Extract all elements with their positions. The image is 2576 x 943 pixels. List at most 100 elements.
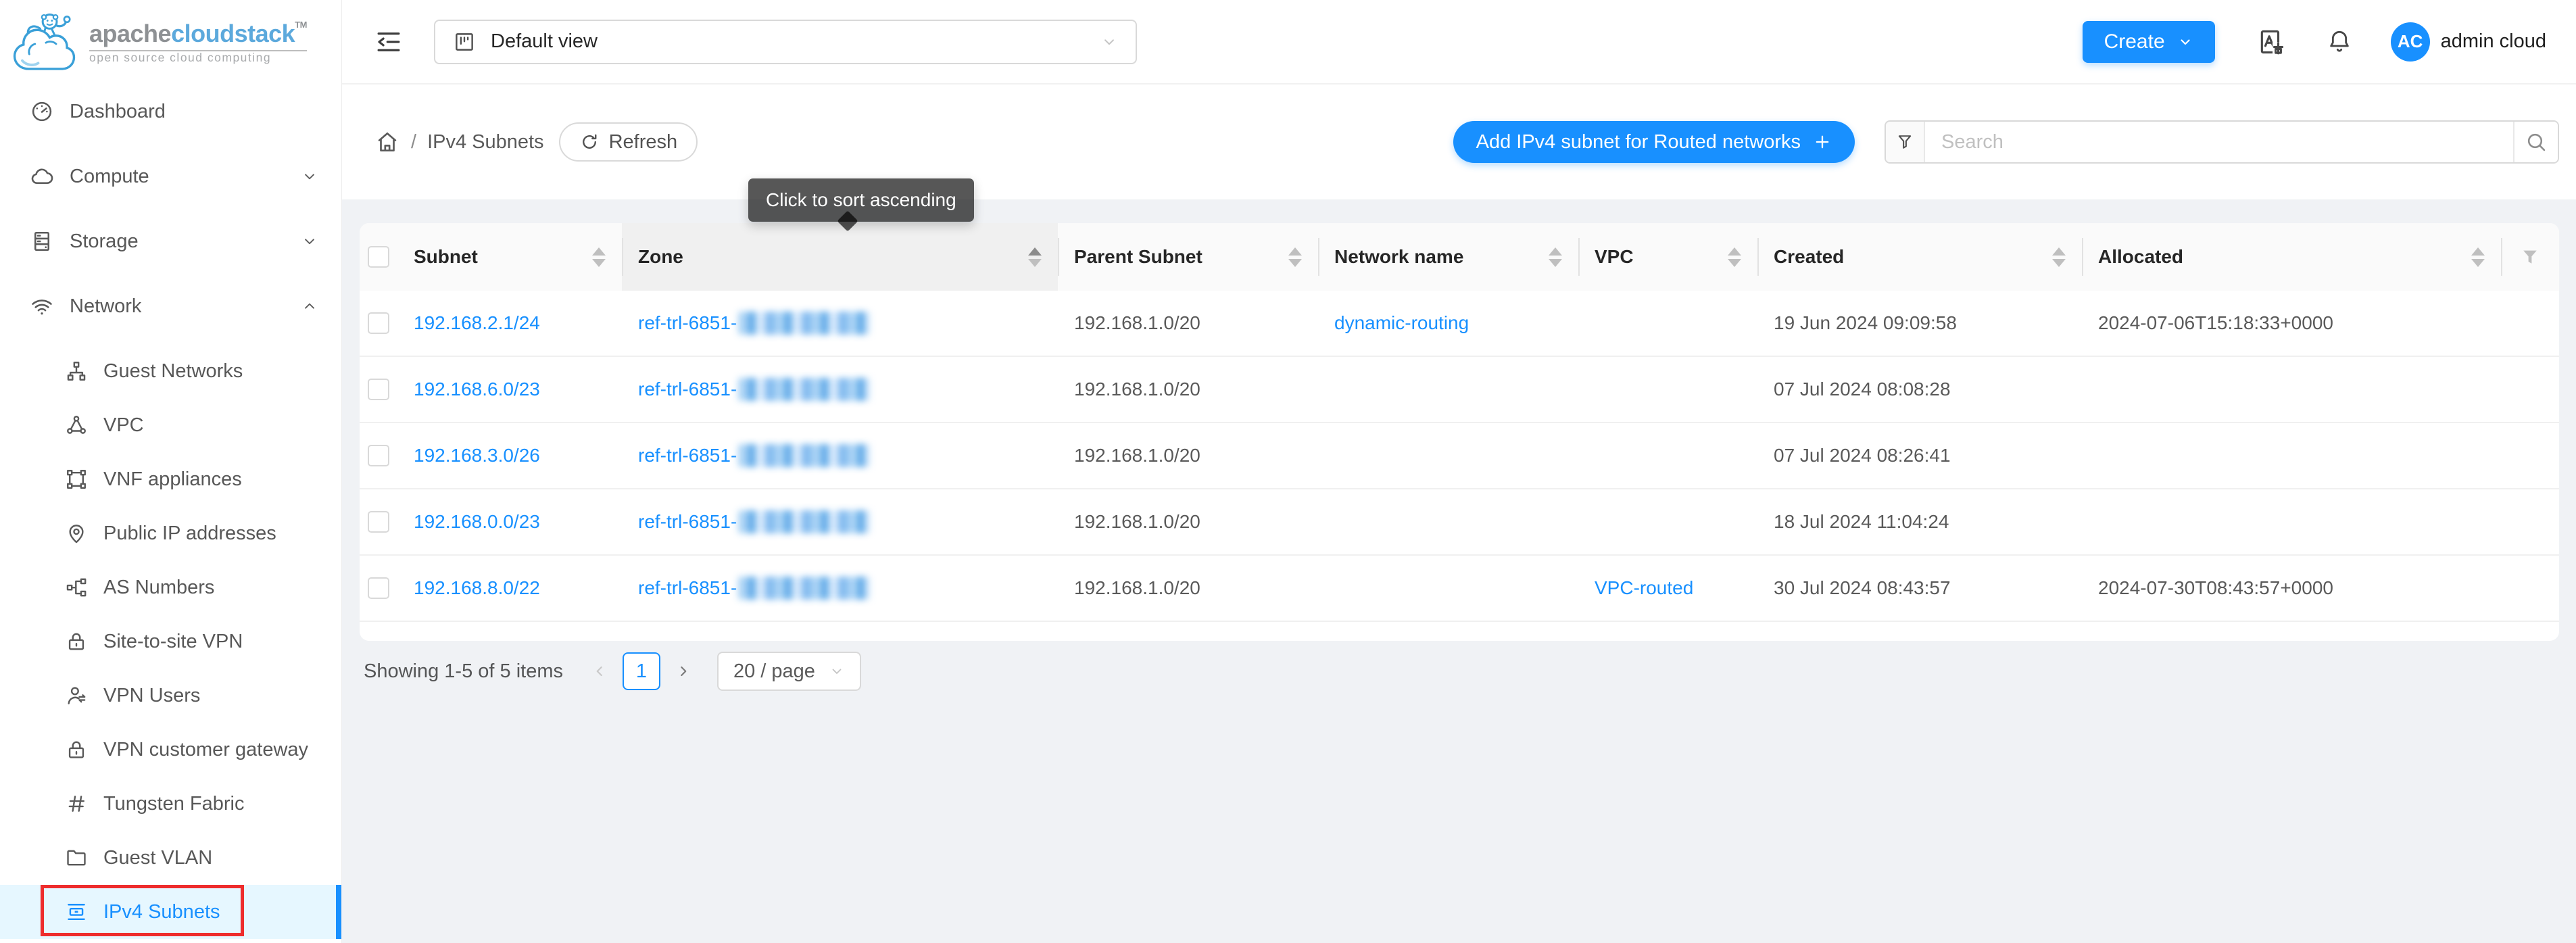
sidebar-item-tungsten-fabric[interactable]: Tungsten Fabric: [0, 777, 341, 831]
subnet-link[interactable]: 192.168.6.0/23: [414, 379, 540, 400]
pagination-prev-button[interactable]: [586, 652, 613, 690]
row-checkbox[interactable]: [368, 312, 389, 334]
cell-filter-spacer: [2501, 291, 2559, 356]
parent-subnet-value: 192.168.1.0/20: [1074, 379, 1200, 400]
chevron-down-icon: [301, 233, 318, 250]
sort-tooltip: Click to sort ascending: [748, 178, 974, 222]
column-header-network[interactable]: Network name: [1318, 223, 1578, 291]
zone-link[interactable]: ref-trl-6851-: [638, 445, 737, 466]
zone-link[interactable]: ref-trl-6851-: [638, 577, 737, 599]
search-input[interactable]: [1925, 122, 2513, 162]
row-checkbox[interactable]: [368, 577, 389, 599]
cell-zone: ref-trl-6851-: [622, 556, 1058, 621]
folder-icon: [65, 846, 88, 869]
sidebar-item-dashboard[interactable]: Dashboard: [0, 84, 341, 139]
pagination-next-button[interactable]: [670, 652, 697, 690]
cell-vpc: [1578, 357, 1757, 422]
brand-wordmark: apachecloudstackTM open source cloud com…: [89, 20, 307, 65]
sidebar-item-vpc[interactable]: VPC: [0, 398, 341, 452]
zone-link[interactable]: ref-trl-6851-: [638, 312, 737, 334]
pin-icon: [65, 522, 88, 545]
view-selector[interactable]: Default view: [434, 20, 1137, 64]
menu-fold-icon[interactable]: [374, 28, 403, 56]
sidebar-item-compute[interactable]: Compute: [0, 149, 341, 203]
pagination-page-1[interactable]: 1: [623, 652, 660, 690]
created-value: 07 Jul 2024 08:26:41: [1774, 445, 1951, 466]
view-selector-value: Default view: [491, 30, 598, 53]
main-area: Default view Create: [342, 0, 2576, 943]
sidebar-item-guest-vlan[interactable]: Guest VLAN: [0, 831, 341, 885]
page-size-select[interactable]: 20 / page: [717, 652, 861, 691]
column-header-allocated[interactable]: Allocated: [2082, 223, 2501, 291]
hash-icon: [65, 792, 88, 815]
row-checkbox[interactable]: [368, 445, 389, 466]
column-header-created[interactable]: Created: [1757, 223, 2082, 291]
brand-logo[interactable]: apachecloudstackTM open source cloud com…: [0, 0, 341, 84]
refresh-button[interactable]: Refresh: [559, 122, 698, 162]
pagination: Showing 1-5 of 5 items 1 20 / page: [360, 652, 2559, 691]
select-all-checkbox[interactable]: [368, 246, 389, 268]
vpc-link[interactable]: VPC-routed: [1595, 577, 1693, 599]
filter-icon[interactable]: [1886, 122, 1925, 162]
subnet-link[interactable]: 192.168.8.0/22: [414, 577, 540, 599]
column-header-vpc[interactable]: VPC: [1578, 223, 1757, 291]
sidebar-item-guest-networks[interactable]: Guest Networks: [0, 344, 341, 398]
column-header-parent[interactable]: Parent Subnet: [1058, 223, 1318, 291]
brand-name-apache: apache: [89, 20, 171, 47]
created-value: 30 Jul 2024 08:43:57: [1774, 577, 1951, 599]
user-avatar[interactable]: AC: [2391, 22, 2430, 62]
sort-carets-icon: [1288, 247, 1302, 267]
sidebar-item-network[interactable]: Network: [0, 279, 341, 333]
page-size-value: 20 / page: [733, 660, 815, 683]
cell-zone: ref-trl-6851-: [622, 291, 1058, 356]
home-icon[interactable]: [374, 129, 400, 155]
lock-icon: [65, 738, 88, 761]
cell-filter-spacer: [2501, 556, 2559, 621]
row-checkbox[interactable]: [368, 511, 389, 533]
zone-link[interactable]: ref-trl-6851-: [638, 379, 737, 400]
translation-icon[interactable]: [2257, 27, 2287, 57]
zone-link[interactable]: ref-trl-6851-: [638, 511, 737, 533]
dashboard-icon: [30, 99, 54, 124]
sidebar-item-storage[interactable]: Storage: [0, 214, 341, 268]
user-name[interactable]: admin cloud: [2441, 30, 2546, 53]
column-header-zone[interactable]: Zone: [622, 223, 1058, 291]
apartment-icon: [65, 360, 88, 383]
reload-icon: [579, 132, 600, 152]
network-name-link[interactable]: dynamic-routing: [1334, 312, 1469, 334]
sidebar-item-label: IPv4 Subnets: [103, 901, 220, 923]
subnet-link[interactable]: 192.168.2.1/24: [414, 312, 540, 334]
sidebar-item-label: AS Numbers: [103, 577, 214, 599]
sidebar-item-public-ip-addresses[interactable]: Public IP addresses: [0, 506, 341, 560]
create-button[interactable]: Create: [2083, 21, 2215, 63]
sidebar-item-label: Network: [70, 295, 141, 318]
breadcrumb: / IPv4 Subnets: [374, 129, 544, 155]
page-header: / IPv4 Subnets Refresh Add IPv4 subnet f…: [342, 84, 2576, 199]
chevron-down-icon: [301, 168, 318, 185]
funnel-icon[interactable]: [2520, 247, 2540, 267]
subnet-link[interactable]: 192.168.0.0/23: [414, 511, 540, 533]
sidebar-item-as-numbers[interactable]: AS Numbers: [0, 560, 341, 614]
column-header-subnet[interactable]: Subnet: [397, 223, 622, 291]
sidebar-item-vpn-customer-gateway[interactable]: VPN customer gateway: [0, 723, 341, 777]
sidebar-item-ipv4-subnets[interactable]: IPv4 Subnets: [0, 885, 341, 939]
cell-zone: ref-trl-6851-: [622, 423, 1058, 488]
sidebar-item-vpn-users[interactable]: VPN Users: [0, 669, 341, 723]
created-value: 18 Jul 2024 11:04:24: [1774, 511, 1949, 533]
sort-tooltip-text: Click to sort ascending: [766, 189, 956, 210]
row-checkbox-cell: [360, 357, 397, 422]
cell-created: 07 Jul 2024 08:26:41: [1757, 423, 2082, 488]
table-row: 192.168.0.0/23ref-trl-6851-192.168.1.0/2…: [360, 489, 2559, 556]
parent-subnet-value: 192.168.1.0/20: [1074, 577, 1200, 599]
search-icon[interactable]: [2513, 122, 2558, 162]
sidebar-item-site-to-site-vpn[interactable]: Site-to-site VPN: [0, 614, 341, 669]
add-ipv4-subnet-button[interactable]: Add IPv4 subnet for Routed networks: [1453, 121, 1855, 163]
cell-allocated: [2082, 489, 2501, 554]
row-checkbox[interactable]: [368, 379, 389, 400]
cell-parent-subnet: 192.168.1.0/20: [1058, 357, 1318, 422]
bell-icon[interactable]: [2326, 27, 2353, 57]
lock-icon: [65, 630, 88, 653]
subnet-link[interactable]: 192.168.3.0/26: [414, 445, 540, 466]
sidebar-item-vnf-appliances[interactable]: VNF appliances: [0, 452, 341, 506]
sort-carets-icon: [1728, 247, 1741, 267]
